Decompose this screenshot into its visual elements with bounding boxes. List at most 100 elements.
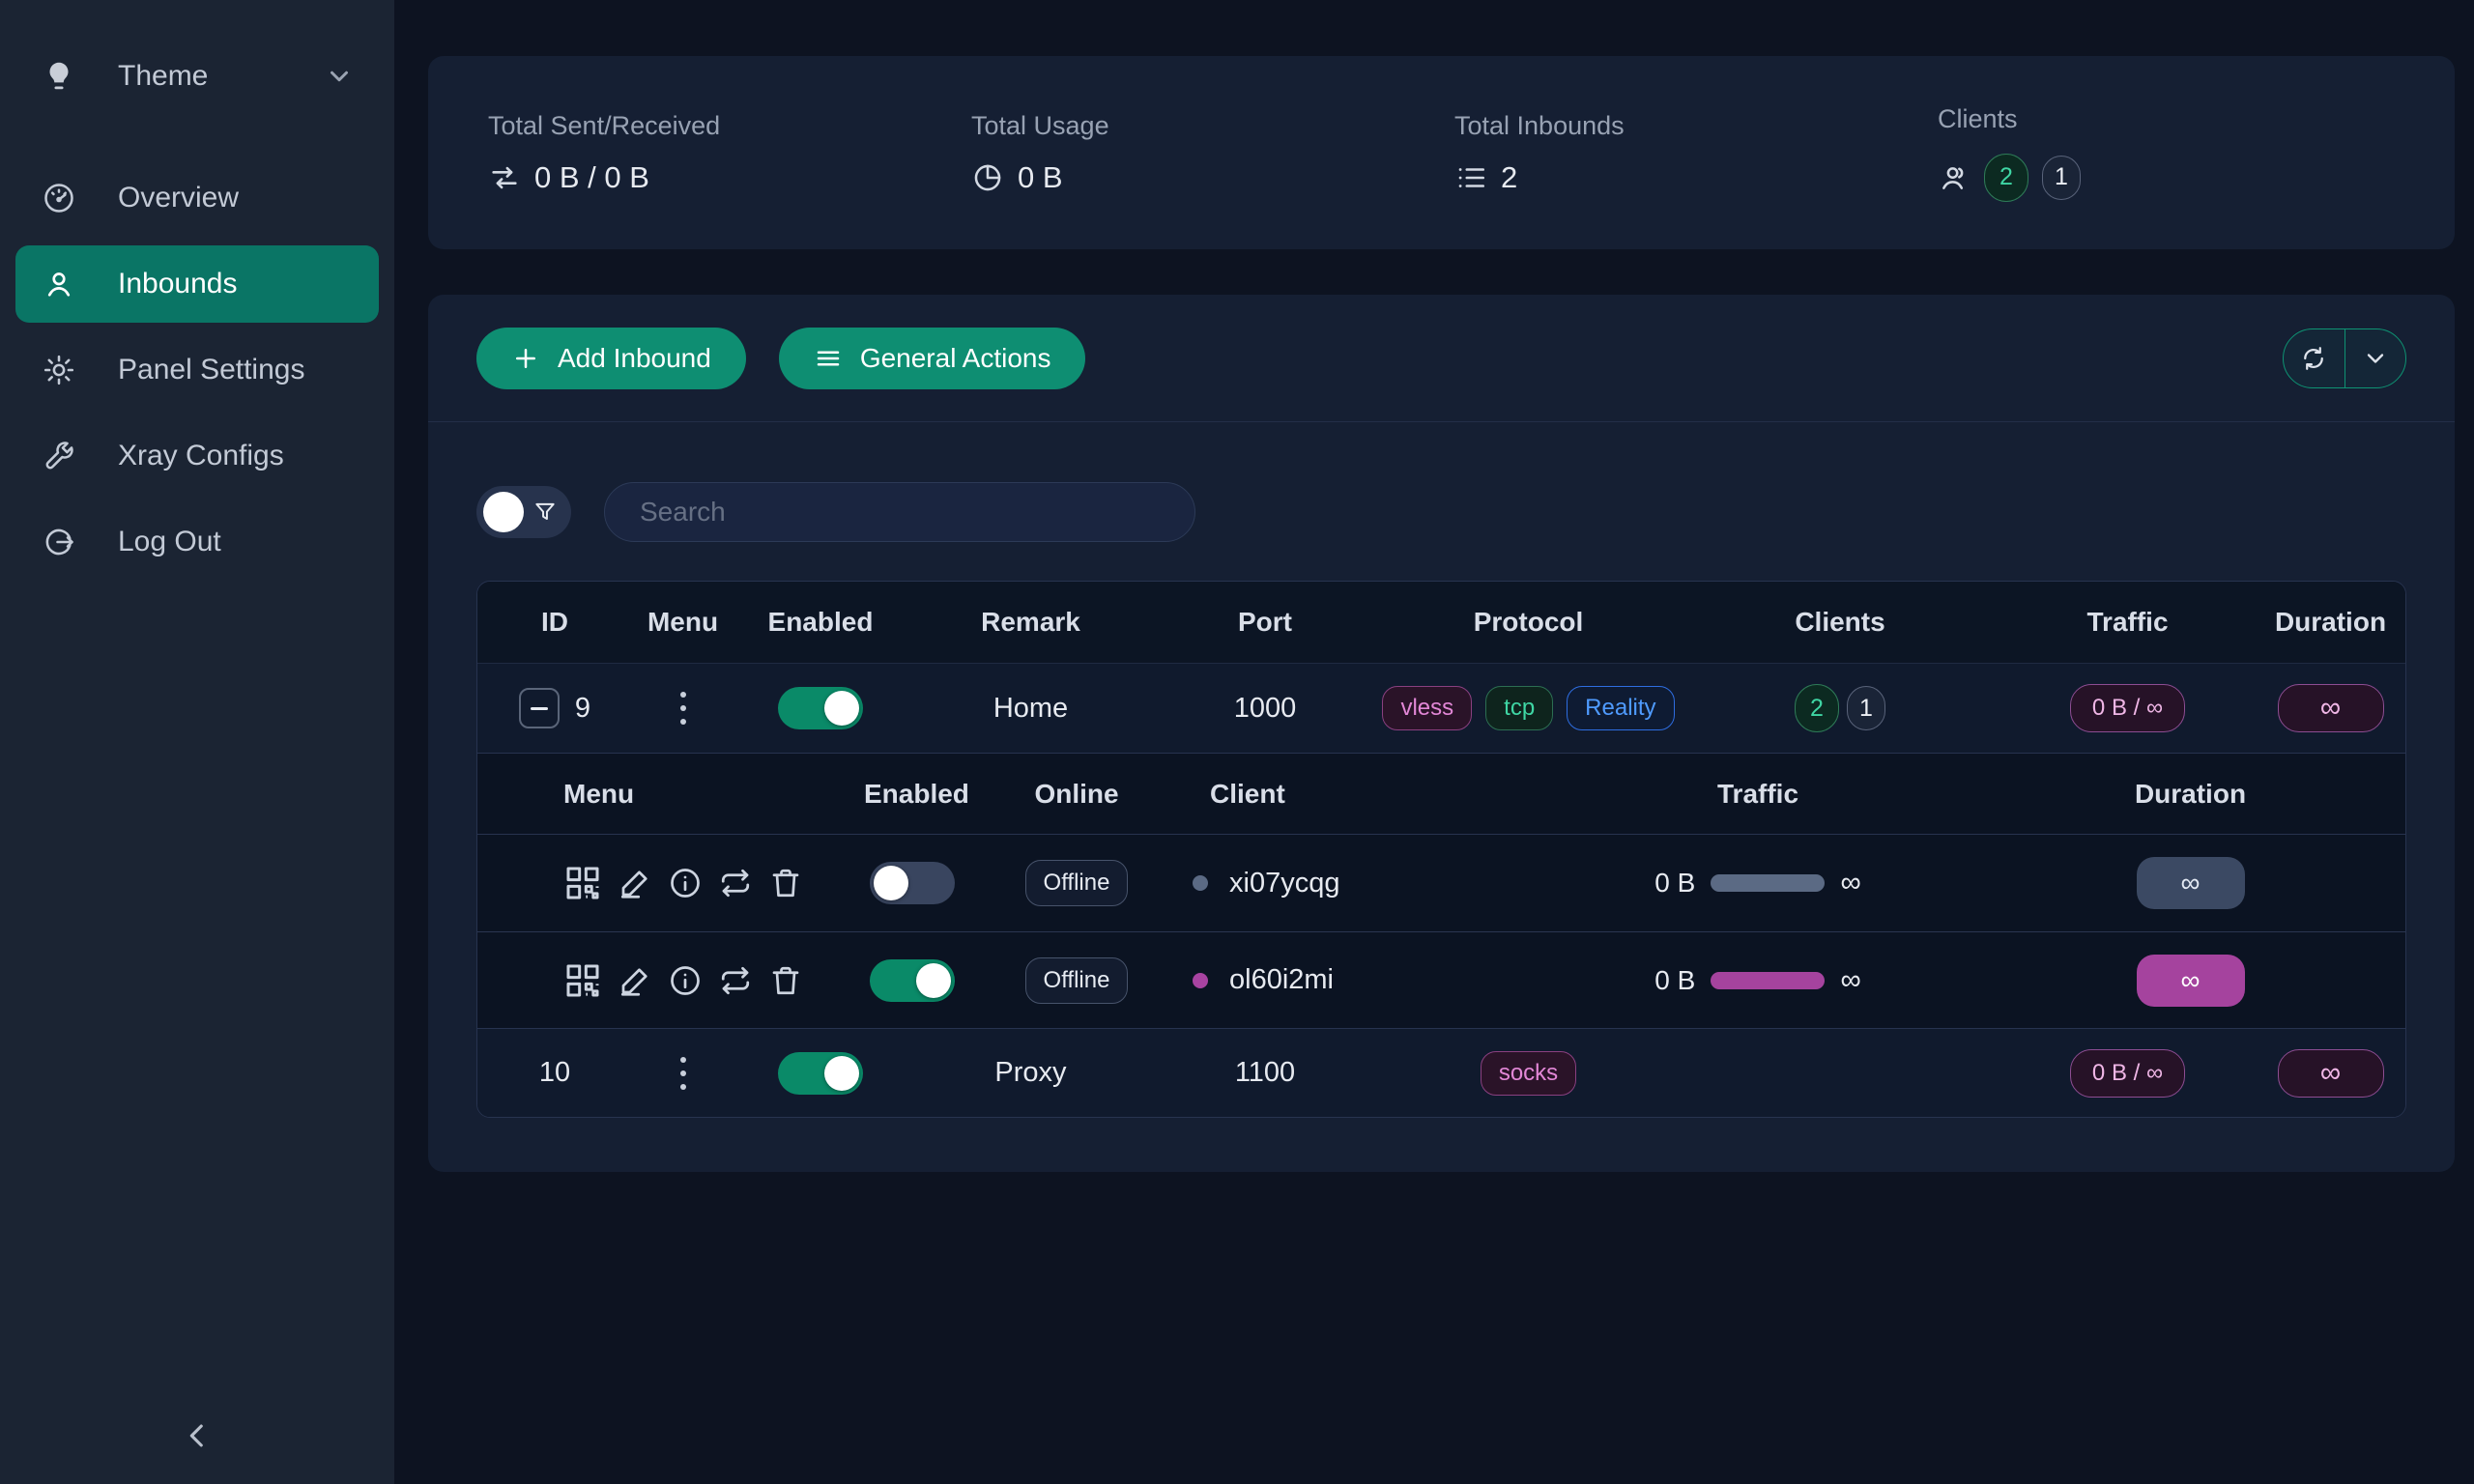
- stat-value: 0 B: [1018, 160, 1063, 195]
- col-header-remark: Remark: [907, 607, 1154, 638]
- delete-icon[interactable]: [768, 963, 803, 998]
- collapse-row-button[interactable]: [519, 688, 560, 728]
- stat-clients: Clients 2 1: [1938, 104, 2421, 202]
- main-content: Total Sent/Received 0 B / 0 B Total Usag…: [394, 0, 2474, 1484]
- add-inbound-label: Add Inbound: [558, 343, 711, 374]
- inbound-enabled-toggle[interactable]: [778, 1052, 863, 1095]
- client-name: xi07ycqg: [1229, 868, 1339, 899]
- protocol-badge: vless: [1382, 686, 1472, 730]
- client-traffic-cap: ∞: [1840, 867, 1860, 899]
- traffic-progress-bar: [1711, 874, 1825, 892]
- client-enabled-toggle[interactable]: [870, 959, 955, 1002]
- duration-badge: ∞: [2278, 1049, 2384, 1098]
- edit-icon[interactable]: [618, 963, 652, 998]
- expanded-clients-section: Menu Enabled Online Client Traffic Durat…: [477, 753, 2405, 1028]
- qr-code-icon[interactable]: [563, 961, 602, 1000]
- chevron-down-icon: [2362, 345, 2389, 372]
- reset-traffic-icon[interactable]: [718, 866, 753, 900]
- list-icon: [1454, 161, 1487, 194]
- sidebar-item-label: Inbounds: [118, 268, 237, 300]
- client-traffic-used: 0 B: [1654, 868, 1695, 899]
- stat-label: Clients: [1938, 104, 2421, 134]
- sidebar-item-logout[interactable]: Log Out: [15, 503, 379, 581]
- col-header-enabled: Enabled: [734, 607, 907, 638]
- sidebar-item-inbounds[interactable]: Inbounds: [15, 245, 379, 323]
- stat-value: 0 B / 0 B: [534, 160, 649, 195]
- col-header-clients: Clients: [1681, 607, 1999, 638]
- general-actions-label: General Actions: [860, 343, 1051, 374]
- online-status-badge: Offline: [1025, 860, 1129, 906]
- lightbulb-icon: [41, 58, 77, 95]
- client-traffic-used: 0 B: [1654, 965, 1695, 996]
- chevron-left-icon: [181, 1419, 214, 1452]
- gauge-icon: [41, 180, 77, 216]
- inbounds-table: ID Menu Enabled Remark Port Protocol Cli…: [476, 581, 2406, 1118]
- info-icon[interactable]: [668, 866, 703, 900]
- protocol-badge: socks: [1481, 1051, 1576, 1096]
- sidebar-item-label: Overview: [118, 182, 239, 214]
- client-name: ol60i2mi: [1229, 964, 1334, 996]
- qr-code-icon[interactable]: [563, 864, 602, 902]
- client-enabled-toggle[interactable]: [870, 862, 955, 904]
- sidebar-item-xray-configs[interactable]: Xray Configs: [15, 417, 379, 495]
- subcol-header-duration: Duration: [1975, 779, 2405, 810]
- subcol-header-online: Online: [961, 779, 1193, 810]
- hamburger-icon: [814, 344, 843, 373]
- client-row: Offline ol60i2mi 0 B ∞ ∞: [477, 931, 2405, 1028]
- sidebar-item-panel-settings[interactable]: Panel Settings: [15, 331, 379, 409]
- app-root: Theme Overview Inbounds: [0, 0, 2474, 1484]
- col-header-id: ID: [477, 607, 632, 638]
- clients-online-badge: 2: [1795, 684, 1839, 732]
- funnel-icon: [532, 499, 558, 525]
- inbound-id: 9: [575, 693, 590, 725]
- inbound-remark: Home: [993, 693, 1068, 725]
- inbound-id: 10: [539, 1057, 570, 1089]
- inbound-enabled-toggle[interactable]: [778, 687, 863, 729]
- inbound-port: 1000: [1234, 693, 1297, 725]
- sidebar: Theme Overview Inbounds: [0, 0, 394, 1484]
- sidebar-collapse-button[interactable]: [0, 1409, 394, 1463]
- row-menu-icon[interactable]: [675, 686, 692, 730]
- stats-card: Total Sent/Received 0 B / 0 B Total Usag…: [428, 56, 2455, 249]
- sidebar-item-theme[interactable]: Theme: [15, 38, 379, 115]
- transfer-icon: [488, 161, 521, 194]
- clients-online-badge: 2: [1984, 154, 2028, 202]
- refresh-dropdown-button[interactable]: [2345, 329, 2406, 387]
- row-menu-icon[interactable]: [675, 1051, 692, 1096]
- reset-traffic-icon[interactable]: [718, 963, 753, 998]
- protocol-badge: Reality: [1567, 686, 1674, 730]
- col-header-menu: Menu: [632, 607, 734, 638]
- traffic-badge: 0 B / ∞: [2070, 1049, 2185, 1098]
- stat-total-sent-received: Total Sent/Received 0 B / 0 B: [488, 111, 971, 195]
- protocol-badge: tcp: [1485, 686, 1553, 730]
- search-input[interactable]: [604, 482, 1195, 542]
- filter-toggle[interactable]: [476, 486, 571, 538]
- delete-icon[interactable]: [768, 866, 803, 900]
- traffic-progress-bar: [1711, 972, 1825, 989]
- logout-icon: [41, 524, 77, 560]
- refresh-button[interactable]: [2284, 329, 2345, 387]
- stat-label: Total Inbounds: [1454, 111, 1938, 141]
- general-actions-button[interactable]: General Actions: [779, 328, 1086, 389]
- sidebar-item-overview[interactable]: Overview: [15, 159, 379, 237]
- add-inbound-button[interactable]: Add Inbound: [476, 328, 746, 389]
- edit-icon[interactable]: [618, 866, 652, 900]
- col-header-traffic: Traffic: [1999, 607, 2256, 638]
- subcol-header-enabled: Enabled: [864, 779, 961, 810]
- inbound-remark: Proxy: [994, 1057, 1066, 1089]
- info-icon[interactable]: [668, 963, 703, 998]
- client-row: Offline xi07ycqg 0 B ∞ ∞: [477, 835, 2405, 931]
- subcol-header-menu: Menu: [563, 779, 864, 810]
- subcol-header-client: Client: [1193, 779, 1540, 810]
- duration-badge: ∞: [2278, 684, 2384, 732]
- sidebar-item-label: Xray Configs: [118, 440, 284, 472]
- toolbar: Add Inbound General Actions: [428, 295, 2455, 422]
- inbound-port: 1100: [1235, 1057, 1295, 1089]
- clients-deactive-badge: 1: [1847, 686, 1885, 730]
- table-header-row: ID Menu Enabled Remark Port Protocol Cli…: [477, 582, 2405, 664]
- subcol-header-traffic: Traffic: [1540, 779, 1975, 810]
- client-duration-badge: ∞: [2137, 857, 2245, 909]
- clients-header-row: Menu Enabled Online Client Traffic Durat…: [477, 754, 2405, 835]
- client-color-dot: [1193, 973, 1208, 988]
- inbound-row: 9 Home 1000 vless tcp Reality: [477, 664, 2405, 753]
